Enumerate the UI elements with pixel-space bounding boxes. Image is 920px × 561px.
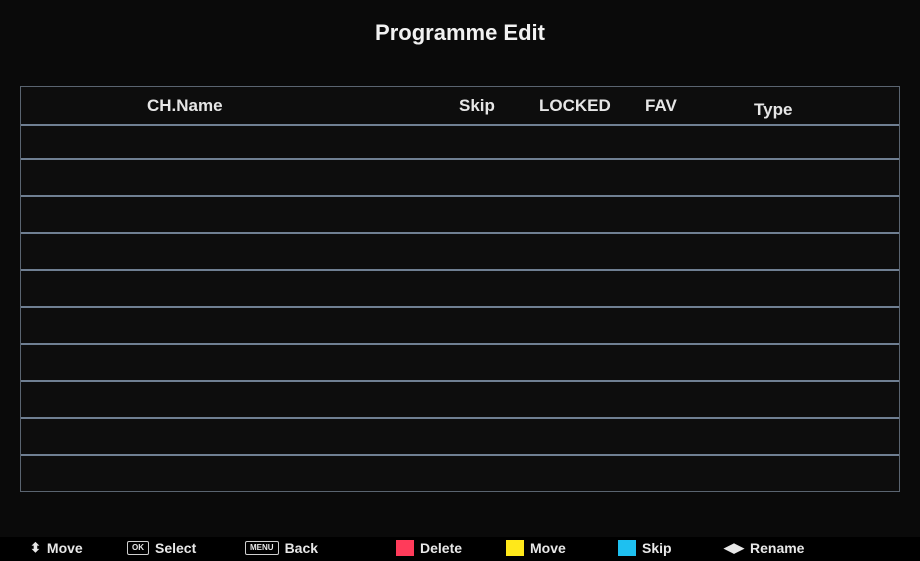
hint-rename-label: Rename: [750, 540, 805, 556]
table-row[interactable]: [21, 235, 899, 271]
table-row[interactable]: [21, 383, 899, 419]
hint-select-label: Select: [155, 540, 197, 556]
column-header-skip: Skip: [459, 96, 495, 115]
hint-move: ⬍ Move: [30, 540, 83, 556]
blue-key-icon: [618, 540, 636, 556]
column-header-fav: FAV: [645, 96, 677, 115]
menu-key-icon: MENU: [245, 541, 279, 555]
hint-select: OK Select: [127, 540, 196, 556]
hint-rename: ◀▶ Rename: [724, 540, 804, 556]
up-down-arrows-icon: ⬍: [30, 540, 41, 555]
hint-delete-label: Delete: [420, 540, 463, 556]
table-row[interactable]: [21, 346, 899, 382]
column-header-locked: LOCKED: [539, 96, 611, 115]
hint-move-color-label: Move: [530, 540, 566, 556]
column-header-type: Type: [754, 100, 793, 119]
hint-back: MENU Back: [245, 540, 318, 556]
page-title: Programme Edit: [375, 20, 545, 45]
hint-delete: Delete: [396, 540, 462, 556]
hint-skip-label: Skip: [642, 540, 672, 556]
table-row[interactable]: [21, 420, 899, 456]
column-header-ch-name: CH.Name: [147, 96, 223, 115]
table-row[interactable]: [21, 309, 899, 345]
table-row[interactable]: [21, 124, 899, 160]
hint-bar: ⬍ Move OK Select MENU Back Delete Move S…: [0, 537, 920, 561]
table-row[interactable]: [21, 457, 899, 493]
table-row[interactable]: [21, 272, 899, 308]
hint-move-label: Move: [46, 540, 83, 556]
table-row[interactable]: [21, 198, 899, 234]
left-right-arrows-icon: ◀▶: [724, 540, 744, 555]
hint-move-color: Move: [506, 540, 566, 556]
ok-key-icon: OK: [127, 541, 149, 555]
channel-table: CH.Name Skip LOCKED FAV Type: [20, 86, 900, 492]
table-header: CH.Name Skip LOCKED FAV Type: [21, 87, 899, 126]
hint-skip: Skip: [618, 540, 672, 556]
red-key-icon: [396, 540, 414, 556]
yellow-key-icon: [506, 540, 524, 556]
table-row[interactable]: [21, 161, 899, 197]
hint-back-label: Back: [284, 540, 319, 556]
